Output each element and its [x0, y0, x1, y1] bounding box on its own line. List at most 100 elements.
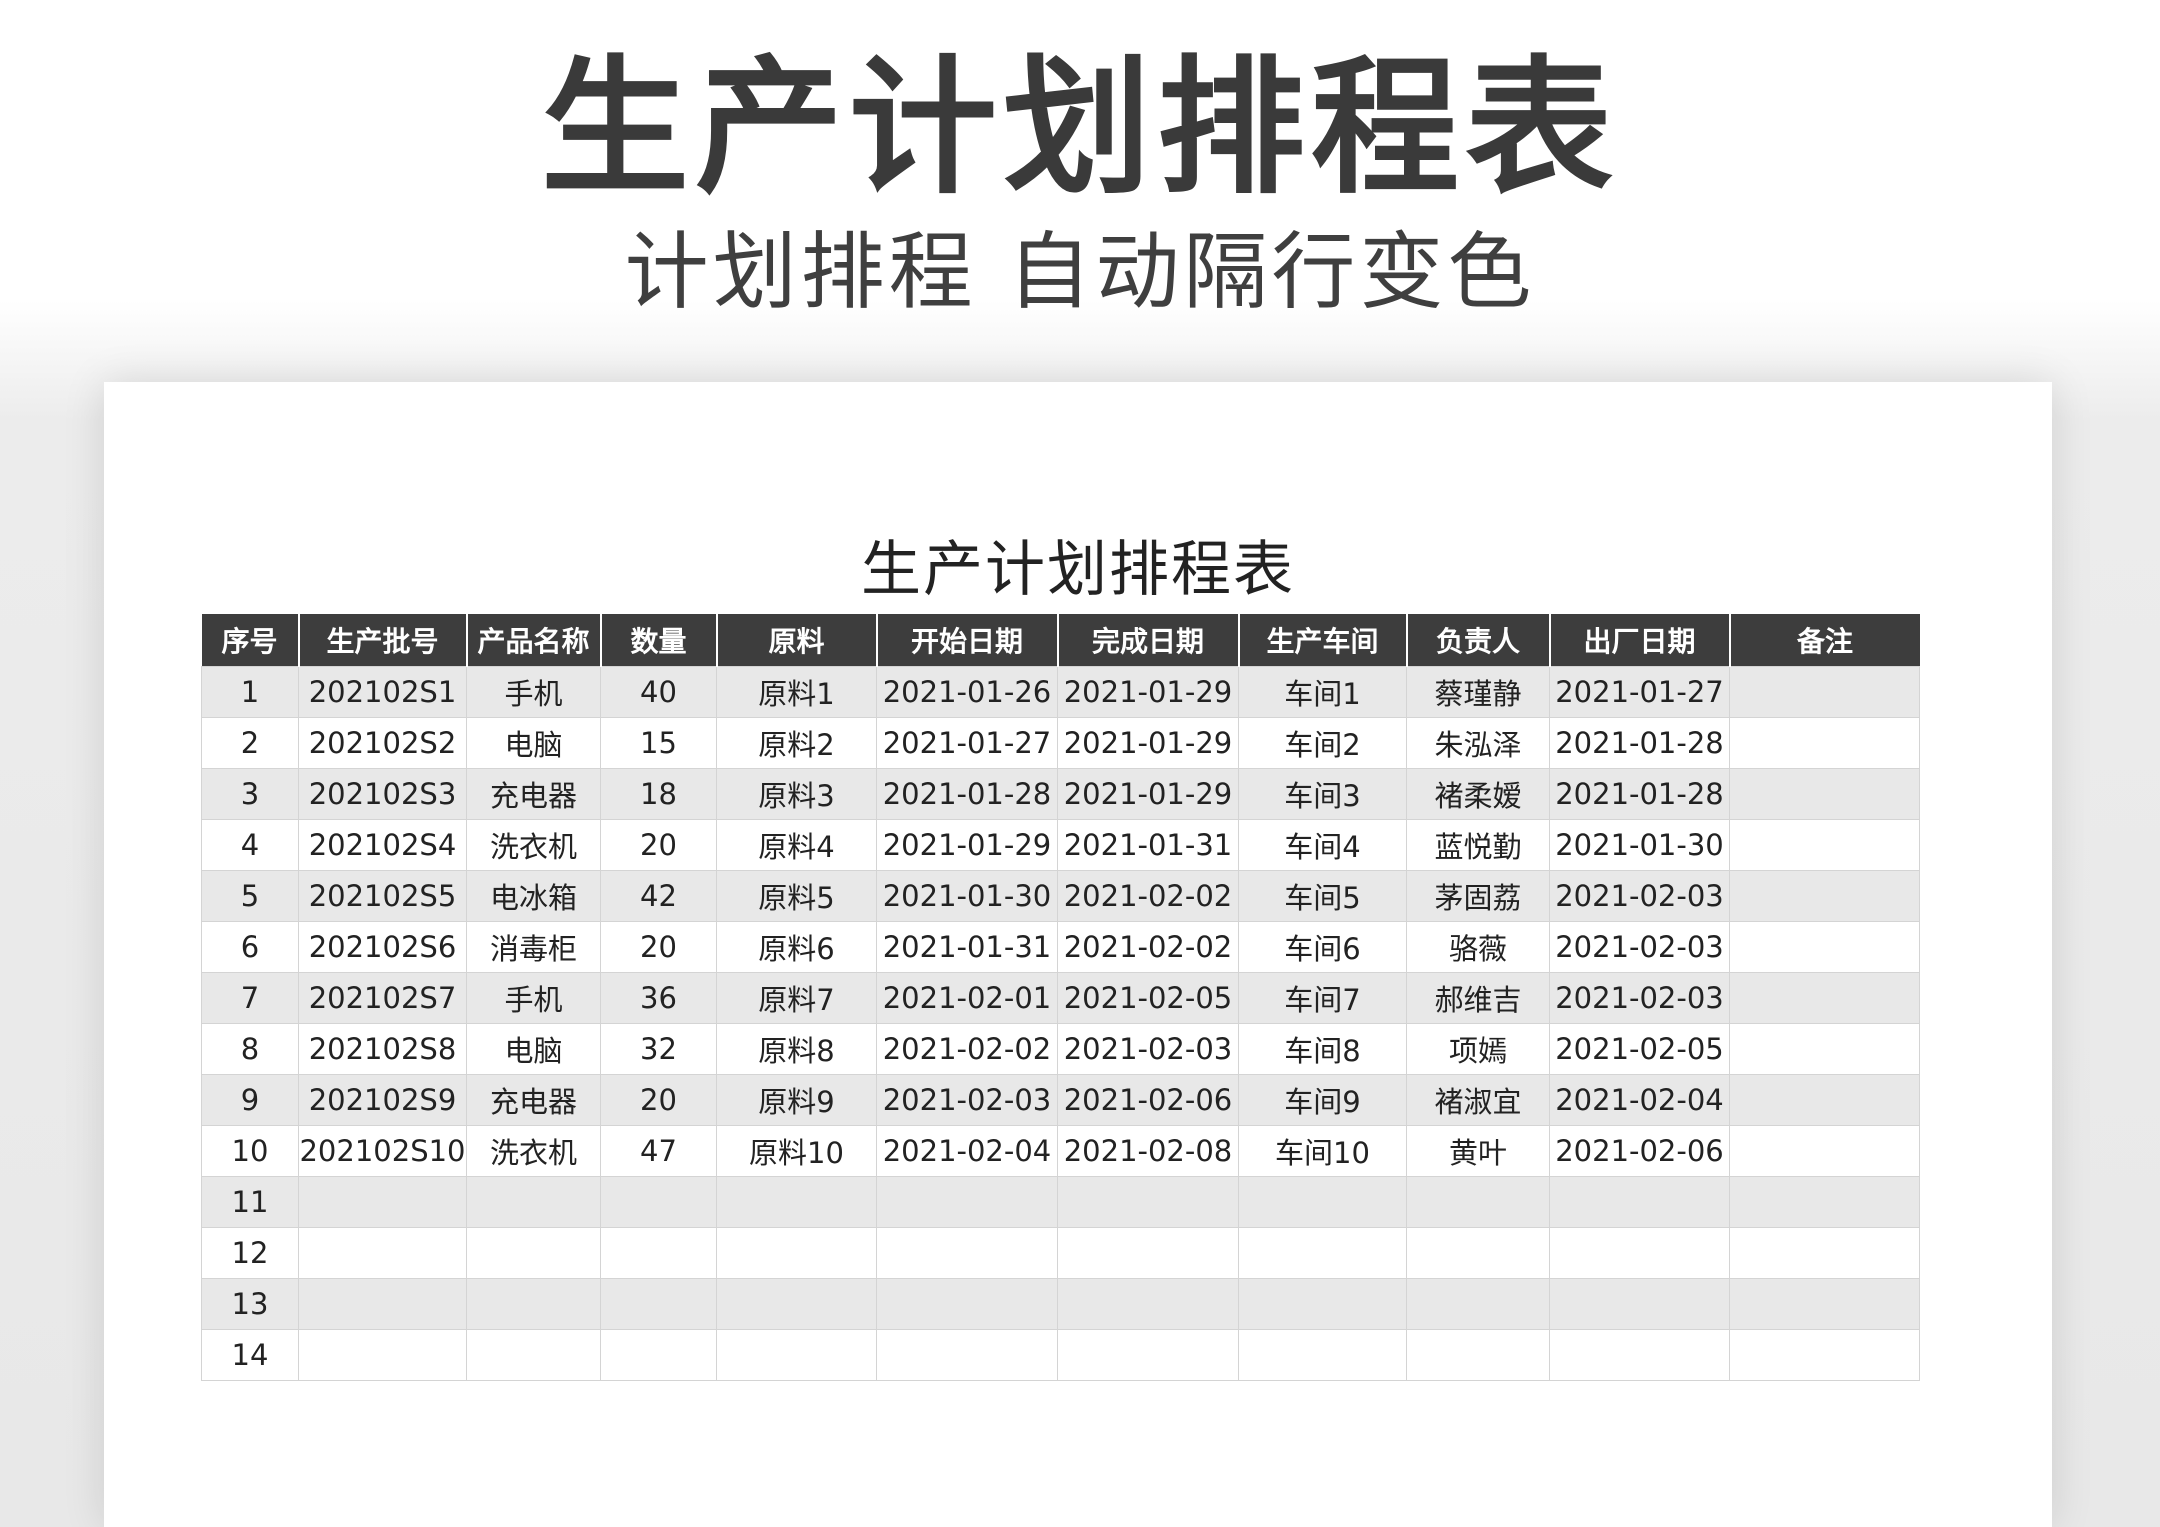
table-cell[interactable]: 2021-01-27	[1549, 666, 1730, 718]
table-cell[interactable]: 茅固荔	[1406, 870, 1550, 922]
table-cell[interactable]	[1729, 921, 1920, 973]
table-cell[interactable]: 朱泓泽	[1406, 717, 1550, 769]
table-cell[interactable]: 2021-01-31	[876, 921, 1058, 973]
table-cell[interactable]	[876, 1227, 1058, 1279]
table-cell[interactable]: 项嫣	[1406, 1023, 1550, 1075]
table-cell[interactable]	[1729, 1125, 1920, 1177]
table-cell[interactable]	[1729, 666, 1920, 718]
table-cell[interactable]	[466, 1278, 601, 1330]
table-cell[interactable]: 2021-01-29	[876, 819, 1058, 871]
table-cell[interactable]: 36	[600, 972, 717, 1024]
table-cell[interactable]: 13	[201, 1278, 299, 1330]
table-cell[interactable]: 褚柔嫒	[1406, 768, 1550, 820]
table-cell[interactable]: 2021-01-29	[1057, 768, 1239, 820]
table-cell[interactable]: 11	[201, 1176, 299, 1228]
table-cell[interactable]: 2021-02-04	[876, 1125, 1058, 1177]
table-cell[interactable]: 2021-01-28	[876, 768, 1058, 820]
column-header[interactable]: 出厂日期	[1549, 614, 1731, 667]
table-cell[interactable]: 2021-01-28	[1549, 717, 1730, 769]
column-header[interactable]: 负责人	[1406, 614, 1551, 667]
table-cell[interactable]: 原料6	[716, 921, 877, 973]
table-cell[interactable]: 车间6	[1238, 921, 1407, 973]
table-cell[interactable]	[600, 1176, 717, 1228]
table-cell[interactable]: 2021-02-02	[876, 1023, 1058, 1075]
table-cell[interactable]	[1406, 1227, 1550, 1279]
table-cell[interactable]: 2021-02-05	[1057, 972, 1239, 1024]
table-cell[interactable]	[466, 1227, 601, 1279]
table-cell[interactable]	[1406, 1329, 1550, 1381]
table-cell[interactable]: 消毒柜	[466, 921, 601, 973]
table-cell[interactable]: 2021-02-03	[876, 1074, 1058, 1126]
table-cell[interactable]: 2021-02-06	[1549, 1125, 1730, 1177]
table-cell[interactable]: 车间2	[1238, 717, 1407, 769]
table-cell[interactable]: 原料9	[716, 1074, 877, 1126]
table-cell[interactable]: 洗衣机	[466, 819, 601, 871]
table-cell[interactable]	[1729, 1329, 1920, 1381]
table-cell[interactable]	[716, 1278, 877, 1330]
column-header[interactable]: 序号	[201, 614, 300, 667]
table-cell[interactable]: 2021-02-03	[1549, 972, 1730, 1024]
table-cell[interactable]: 5	[201, 870, 299, 922]
table-cell[interactable]	[1406, 1278, 1550, 1330]
table-cell[interactable]: 15	[600, 717, 717, 769]
table-cell[interactable]	[1729, 1227, 1920, 1279]
table-cell[interactable]: 2021-01-29	[1057, 666, 1239, 718]
table-cell[interactable]: 车间10	[1238, 1125, 1407, 1177]
table-cell[interactable]: 褚淑宜	[1406, 1074, 1550, 1126]
table-cell[interactable]: 10	[201, 1125, 299, 1177]
table-cell[interactable]	[1549, 1176, 1730, 1228]
table-cell[interactable]: 202102S7	[298, 972, 467, 1024]
table-cell[interactable]	[716, 1176, 877, 1228]
table-cell[interactable]: 车间3	[1238, 768, 1407, 820]
table-cell[interactable]: 原料8	[716, 1023, 877, 1075]
table-cell[interactable]: 14	[201, 1329, 299, 1381]
table-cell[interactable]: 20	[600, 921, 717, 973]
table-cell[interactable]	[600, 1278, 717, 1330]
table-cell[interactable]	[1549, 1227, 1730, 1279]
table-cell[interactable]: 原料7	[716, 972, 877, 1024]
table-cell[interactable]: 手机	[466, 972, 601, 1024]
table-cell[interactable]	[1729, 717, 1920, 769]
table-cell[interactable]: 20	[600, 1074, 717, 1126]
table-cell[interactable]: 原料10	[716, 1125, 877, 1177]
table-cell[interactable]: 2021-01-27	[876, 717, 1058, 769]
table-cell[interactable]: 202102S3	[298, 768, 467, 820]
table-cell[interactable]: 手机	[466, 666, 601, 718]
table-cell[interactable]: 2021-02-01	[876, 972, 1058, 1024]
table-cell[interactable]: 2021-02-06	[1057, 1074, 1239, 1126]
table-cell[interactable]: 原料4	[716, 819, 877, 871]
table-cell[interactable]: 2021-02-02	[1057, 870, 1239, 922]
table-cell[interactable]: 9	[201, 1074, 299, 1126]
table-cell[interactable]: 2021-02-03	[1549, 921, 1730, 973]
table-cell[interactable]: 18	[600, 768, 717, 820]
table-cell[interactable]: 32	[600, 1023, 717, 1075]
table-cell[interactable]: 2021-01-30	[1549, 819, 1730, 871]
table-cell[interactable]: 原料1	[716, 666, 877, 718]
table-cell[interactable]: 202102S8	[298, 1023, 467, 1075]
table-cell[interactable]: 202102S10	[298, 1125, 467, 1177]
table-cell[interactable]	[876, 1176, 1058, 1228]
table-cell[interactable]	[466, 1176, 601, 1228]
table-cell[interactable]	[298, 1227, 467, 1279]
table-cell[interactable]	[1238, 1329, 1407, 1381]
column-header[interactable]: 产品名称	[466, 614, 602, 667]
table-cell[interactable]: 2021-02-03	[1549, 870, 1730, 922]
table-cell[interactable]: 2021-01-31	[1057, 819, 1239, 871]
table-cell[interactable]: 202102S1	[298, 666, 467, 718]
table-cell[interactable]: 2021-01-29	[1057, 717, 1239, 769]
table-cell[interactable]: 骆薇	[1406, 921, 1550, 973]
table-cell[interactable]	[1057, 1227, 1239, 1279]
table-cell[interactable]: 充电器	[466, 768, 601, 820]
table-cell[interactable]	[1729, 972, 1920, 1024]
table-cell[interactable]: 20	[600, 819, 717, 871]
table-cell[interactable]	[600, 1329, 717, 1381]
table-cell[interactable]: 202102S6	[298, 921, 467, 973]
table-cell[interactable]: 黄叶	[1406, 1125, 1550, 1177]
table-cell[interactable]: 车间7	[1238, 972, 1407, 1024]
table-cell[interactable]: 47	[600, 1125, 717, 1177]
column-header[interactable]: 生产批号	[298, 614, 468, 667]
table-cell[interactable]: 2021-01-30	[876, 870, 1058, 922]
table-cell[interactable]: 车间8	[1238, 1023, 1407, 1075]
table-cell[interactable]: 42	[600, 870, 717, 922]
table-cell[interactable]	[876, 1329, 1058, 1381]
